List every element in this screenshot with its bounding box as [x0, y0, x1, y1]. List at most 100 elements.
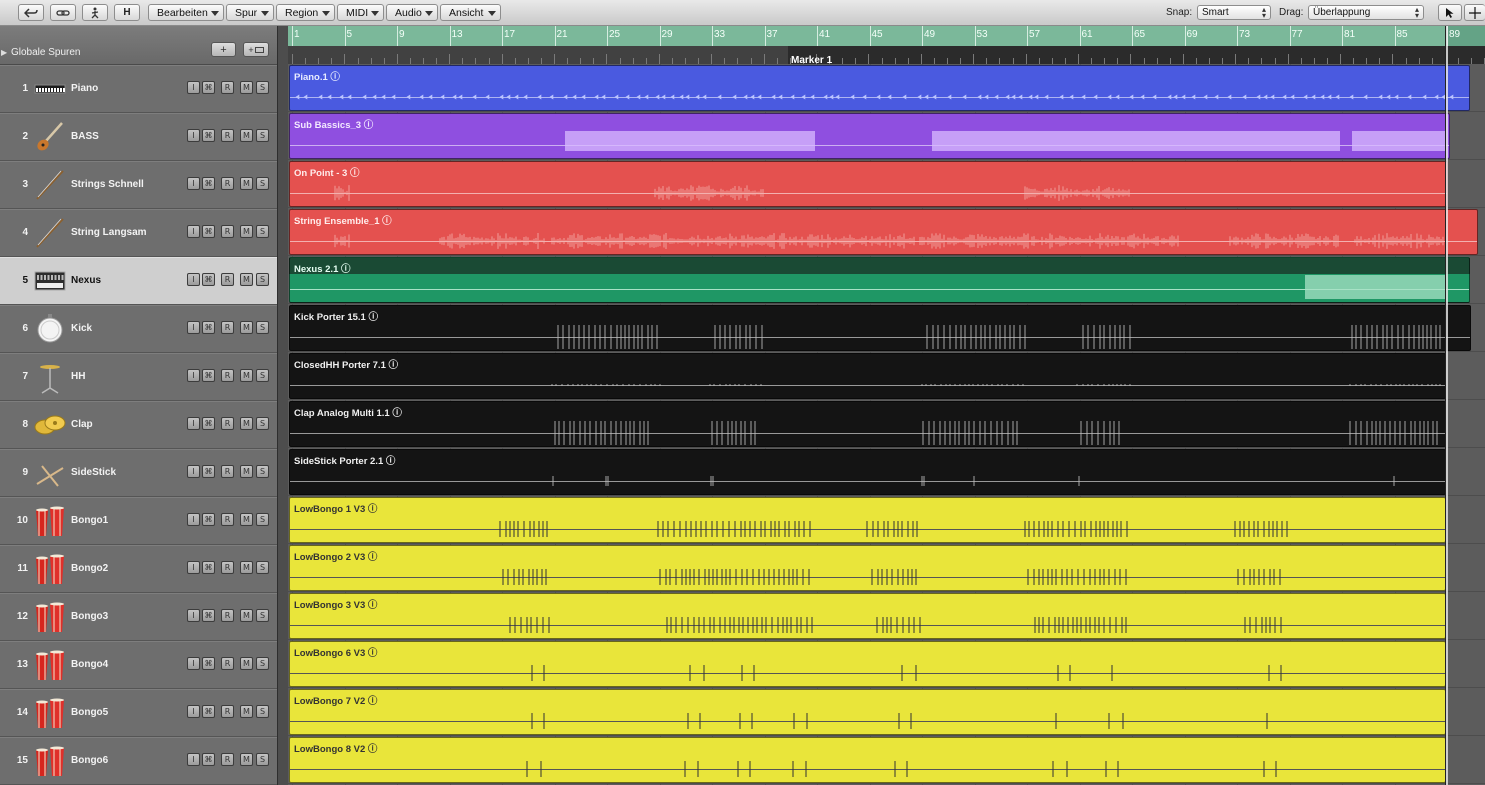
- track-header-sidestick[interactable]: 9 SideStick I ⌘ R M S: [0, 449, 277, 497]
- record-group-button[interactable]: ⌘: [202, 417, 215, 430]
- track-header-bongo6[interactable]: 15 Bongo6 I ⌘ R M S: [0, 737, 277, 785]
- disclosure-triangle-icon[interactable]: ▶: [1, 48, 7, 57]
- cymbal-icon[interactable]: [34, 408, 66, 442]
- track-header-bongo5[interactable]: 14 Bongo5 I ⌘ R M S: [0, 689, 277, 737]
- bar-ruler[interactable]: 1 5 9 13 17 21 25 29 33 37 41 45 49 53 57 61 65 69 73 77 81 8…: [288, 26, 1485, 46]
- input-monitor-button[interactable]: I: [187, 513, 200, 526]
- record-enable-button[interactable]: R: [221, 129, 234, 142]
- menu-ansicht[interactable]: Ansicht: [440, 4, 501, 21]
- keyboard-icon[interactable]: [34, 72, 66, 106]
- track-lane[interactable]: LowBongo 7 V2 ⓘ: [288, 688, 1485, 736]
- track-header-bongo2[interactable]: 11 Bongo2 I ⌘ R M S: [0, 545, 277, 593]
- violin-bow-icon[interactable]: [34, 216, 66, 250]
- bongo-icon[interactable]: [34, 696, 66, 730]
- mute-button[interactable]: M: [240, 753, 253, 766]
- record-enable-button[interactable]: R: [221, 705, 234, 718]
- drag-select[interactable]: Überlappung ▴ ▾: [1308, 5, 1424, 20]
- hide-button[interactable]: H: [114, 4, 140, 21]
- record-group-button[interactable]: ⌘: [202, 81, 215, 94]
- record-enable-button[interactable]: R: [221, 81, 234, 94]
- track-lane[interactable]: ClosedHH Porter 7.1 ⓘ: [288, 352, 1485, 400]
- region-bass[interactable]: Sub Bassics_3 ⓘ: [289, 113, 1450, 159]
- track-lane[interactable]: On Point - 3 ⓘ: [288, 160, 1485, 208]
- region-bongo4[interactable]: LowBongo 6 V3 ⓘ: [289, 641, 1446, 687]
- track-lane[interactable]: Piano.1 ⓘ: [288, 64, 1485, 112]
- track-name[interactable]: Bongo2: [71, 563, 108, 574]
- track-header-bongo4[interactable]: 13 Bongo4 I ⌘ R M S: [0, 641, 277, 689]
- add-folder-button[interactable]: +: [243, 42, 269, 57]
- track-name[interactable]: Piano: [71, 83, 98, 94]
- record-enable-button[interactable]: R: [221, 177, 234, 190]
- marker-track[interactable]: [288, 46, 1485, 64]
- synth-icon[interactable]: [34, 264, 66, 298]
- record-group-button[interactable]: ⌘: [202, 129, 215, 142]
- back-icon[interactable]: [18, 4, 44, 21]
- mute-button[interactable]: M: [240, 81, 253, 94]
- input-monitor-button[interactable]: I: [187, 321, 200, 334]
- menu-spur[interactable]: Spur: [226, 4, 274, 21]
- track-lane[interactable]: String Ensemble_1 ⓘ: [288, 208, 1485, 256]
- record-enable-button[interactable]: R: [221, 225, 234, 238]
- record-group-button[interactable]: ⌘: [202, 369, 215, 382]
- solo-button[interactable]: S: [256, 417, 269, 430]
- global-tracks-toggle[interactable]: ▶ Globale Spuren: [1, 47, 81, 58]
- menu-bearbeiten[interactable]: Bearbeiten: [148, 4, 224, 21]
- marker-region[interactable]: [788, 46, 1485, 64]
- track-name[interactable]: Nexus: [71, 275, 101, 286]
- region-nexus[interactable]: Nexus 2.1 ⓘ: [289, 257, 1470, 303]
- track-header-string-langsam[interactable]: 4 String Langsam I ⌘ R M S: [0, 209, 277, 257]
- track-header-piano[interactable]: 1 Piano I ⌘ R M S: [0, 65, 277, 113]
- crosshair-tool-icon[interactable]: [1464, 4, 1485, 21]
- solo-button[interactable]: S: [256, 561, 269, 574]
- bongo-icon[interactable]: [34, 600, 66, 634]
- snap-select[interactable]: Smart ▴ ▾: [1197, 5, 1271, 20]
- mute-button[interactable]: M: [240, 513, 253, 526]
- kick-drum-icon[interactable]: [34, 312, 66, 346]
- track-lane[interactable]: SideStick Porter 2.1 ⓘ: [288, 448, 1485, 496]
- mute-button[interactable]: M: [240, 369, 253, 382]
- track-lane[interactable]: LowBongo 1 V3 ⓘ: [288, 496, 1485, 544]
- input-monitor-button[interactable]: I: [187, 561, 200, 574]
- mute-button[interactable]: M: [240, 321, 253, 334]
- input-monitor-button[interactable]: I: [187, 705, 200, 718]
- input-monitor-button[interactable]: I: [187, 129, 200, 142]
- track-name[interactable]: HH: [71, 371, 85, 382]
- track-header-bongo1[interactable]: 10 Bongo1 I ⌘ R M S: [0, 497, 277, 545]
- record-group-button[interactable]: ⌘: [202, 321, 215, 334]
- bass-guitar-icon[interactable]: [34, 120, 66, 154]
- region-bongo1[interactable]: LowBongo 1 V3 ⓘ: [289, 497, 1446, 543]
- track-lane[interactable]: Kick Porter 15.1 ⓘ: [288, 304, 1485, 352]
- mute-button[interactable]: M: [240, 561, 253, 574]
- input-monitor-button[interactable]: I: [187, 81, 200, 94]
- solo-button[interactable]: S: [256, 513, 269, 526]
- region-piano[interactable]: Piano.1 ⓘ: [289, 65, 1470, 111]
- track-lane[interactable]: Nexus 2.1 ⓘ: [288, 256, 1485, 304]
- record-group-button[interactable]: ⌘: [202, 561, 215, 574]
- pointer-tool-icon[interactable]: [1438, 4, 1462, 21]
- input-monitor-button[interactable]: I: [187, 657, 200, 670]
- record-group-button[interactable]: ⌘: [202, 177, 215, 190]
- track-name[interactable]: Kick: [71, 323, 92, 334]
- record-group-button[interactable]: ⌘: [202, 609, 215, 622]
- region-string-langsam[interactable]: String Ensemble_1 ⓘ: [289, 209, 1478, 255]
- region-hh[interactable]: ClosedHH Porter 7.1 ⓘ: [289, 353, 1446, 399]
- record-enable-button[interactable]: R: [221, 657, 234, 670]
- input-monitor-button[interactable]: I: [187, 177, 200, 190]
- track-name[interactable]: String Langsam: [71, 227, 147, 238]
- record-group-button[interactable]: ⌘: [202, 273, 215, 286]
- track-header-clap[interactable]: 8 Clap I ⌘ R M S: [0, 401, 277, 449]
- record-group-button[interactable]: ⌘: [202, 705, 215, 718]
- add-track-button[interactable]: +: [211, 42, 236, 57]
- bongo-icon[interactable]: [34, 744, 66, 778]
- record-group-button[interactable]: ⌘: [202, 225, 215, 238]
- solo-button[interactable]: S: [256, 81, 269, 94]
- track-name[interactable]: Bongo6: [71, 755, 108, 766]
- solo-button[interactable]: S: [256, 177, 269, 190]
- bongo-icon[interactable]: [34, 504, 66, 538]
- track-header-bongo3[interactable]: 12 Bongo3 I ⌘ R M S: [0, 593, 277, 641]
- track-name[interactable]: Bongo4: [71, 659, 108, 670]
- track-divider[interactable]: [277, 26, 288, 785]
- solo-button[interactable]: S: [256, 369, 269, 382]
- track-lane[interactable]: Sub Bassics_3 ⓘ: [288, 112, 1485, 160]
- menu-region[interactable]: Region: [276, 4, 335, 21]
